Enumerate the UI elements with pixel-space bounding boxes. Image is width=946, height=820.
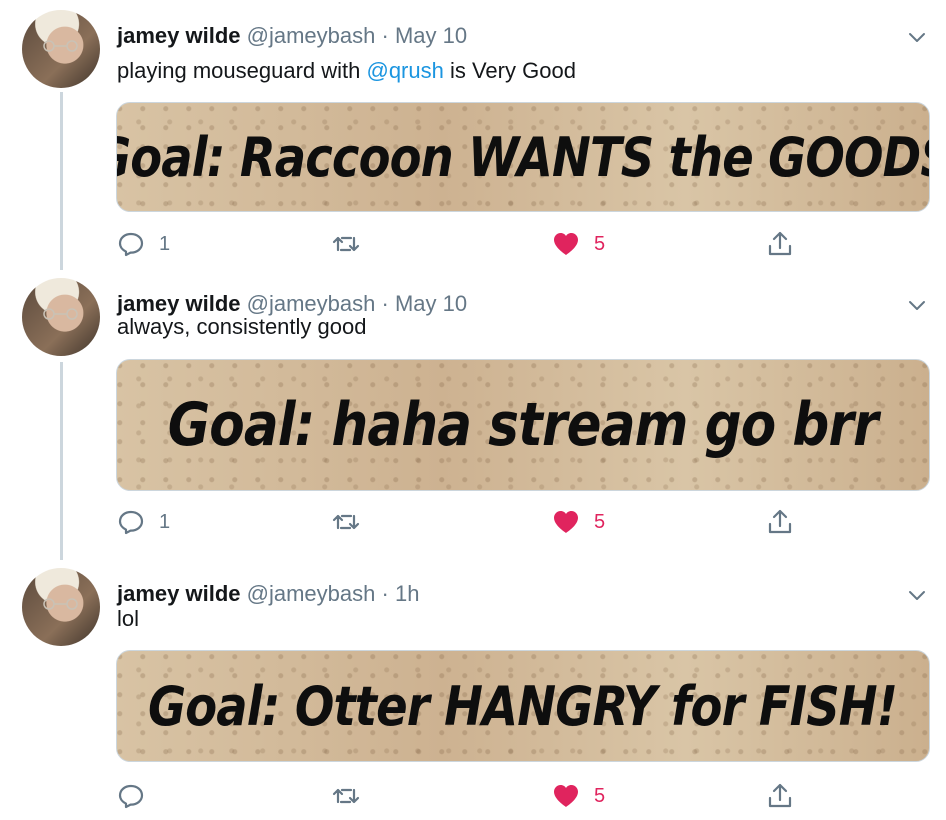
reply-count: 1 — [159, 232, 171, 255]
image-caption: Goal: haha stream go brr — [168, 390, 879, 460]
author-name[interactable]: jamey wilde — [117, 581, 241, 606]
glasses-icon — [43, 598, 78, 610]
avatar[interactable] — [22, 568, 100, 646]
text-part: is Very Good — [443, 58, 576, 83]
retweet-icon — [332, 788, 360, 804]
author-handle[interactable]: @jameybash — [247, 581, 376, 606]
reply-icon — [118, 784, 144, 809]
image-caption: Goal: Otter HANGRY for FISH! — [148, 674, 898, 738]
tweet-actions: 1 5 — [117, 228, 817, 260]
like-button[interactable]: 5 — [552, 506, 605, 538]
retweet-icon — [332, 236, 360, 252]
like-count: 5 — [594, 784, 606, 807]
like-button[interactable]: 5 — [552, 228, 605, 260]
like-button[interactable]: 5 — [552, 780, 605, 812]
author-handle[interactable]: @jameybash — [247, 23, 376, 48]
retweet-icon — [332, 514, 360, 530]
tweet-actions: 5 — [117, 780, 817, 812]
share-button[interactable] — [766, 506, 794, 538]
avatar[interactable] — [22, 278, 100, 356]
tweet-header: jamey wilde @jameybash · May 10 — [117, 22, 467, 50]
timestamp[interactable]: 1h — [395, 581, 419, 606]
tweet[interactable]: jamey wilde @jameybash · 1h lol Goal: Ot… — [0, 568, 946, 818]
reply-icon — [118, 510, 144, 535]
timestamp[interactable]: May 10 — [395, 291, 467, 316]
retweet-button[interactable] — [332, 228, 374, 260]
reply-count: 1 — [159, 510, 171, 533]
like-count: 5 — [594, 232, 606, 255]
share-button[interactable] — [766, 780, 794, 812]
reply-button[interactable]: 1 — [117, 228, 170, 260]
chevron-down-icon[interactable] — [906, 584, 928, 606]
text-part: always, consistently good — [117, 314, 367, 339]
heart-icon — [554, 511, 578, 533]
tweet-text: lol — [117, 604, 139, 634]
share-icon — [768, 509, 792, 534]
tweet-text: playing mouseguard with @qrush is Very G… — [117, 56, 576, 86]
tweet[interactable]: jamey wilde @jameybash · May 10 always, … — [0, 278, 946, 548]
text-part: lol — [117, 606, 140, 631]
reply-button[interactable] — [117, 780, 159, 812]
heart-icon — [554, 233, 578, 255]
author-name[interactable]: jamey wilde — [117, 23, 241, 48]
text-part: playing mouseguard with — [117, 58, 367, 83]
retweet-button[interactable] — [332, 506, 374, 538]
timestamp[interactable]: May 10 — [395, 23, 467, 48]
tweet-text: always, consistently good — [117, 312, 366, 342]
share-icon — [768, 783, 792, 808]
avatar[interactable] — [22, 10, 100, 88]
glasses-icon — [43, 308, 78, 320]
separator: · — [381, 291, 389, 316]
reply-button[interactable]: 1 — [117, 506, 170, 538]
tweet-header: jamey wilde @jameybash · 1h — [117, 580, 419, 608]
tweet-image[interactable]: Goal: Otter HANGRY for FISH! — [116, 650, 930, 762]
mention-link[interactable]: @qrush — [366, 58, 443, 83]
retweet-button[interactable] — [332, 780, 374, 812]
like-count: 5 — [594, 510, 606, 533]
tweet-image[interactable]: Goal: haha stream go brr — [116, 359, 930, 491]
share-button[interactable] — [766, 228, 794, 260]
chevron-down-icon[interactable] — [906, 294, 928, 316]
tweet-actions: 1 5 — [117, 506, 817, 538]
separator: · — [381, 23, 389, 48]
glasses-icon — [43, 40, 78, 52]
heart-icon — [554, 785, 578, 807]
reply-icon — [118, 232, 144, 257]
share-icon — [768, 231, 792, 256]
separator: · — [381, 581, 389, 606]
image-caption: Goal: Raccoon WANTS the GOODS — [116, 125, 930, 189]
tweet[interactable]: jamey wilde @jameybash · May 10 playing … — [0, 10, 946, 266]
chevron-down-icon[interactable] — [906, 26, 928, 48]
tweet-image[interactable]: Goal: Raccoon WANTS the GOODS — [116, 102, 930, 212]
